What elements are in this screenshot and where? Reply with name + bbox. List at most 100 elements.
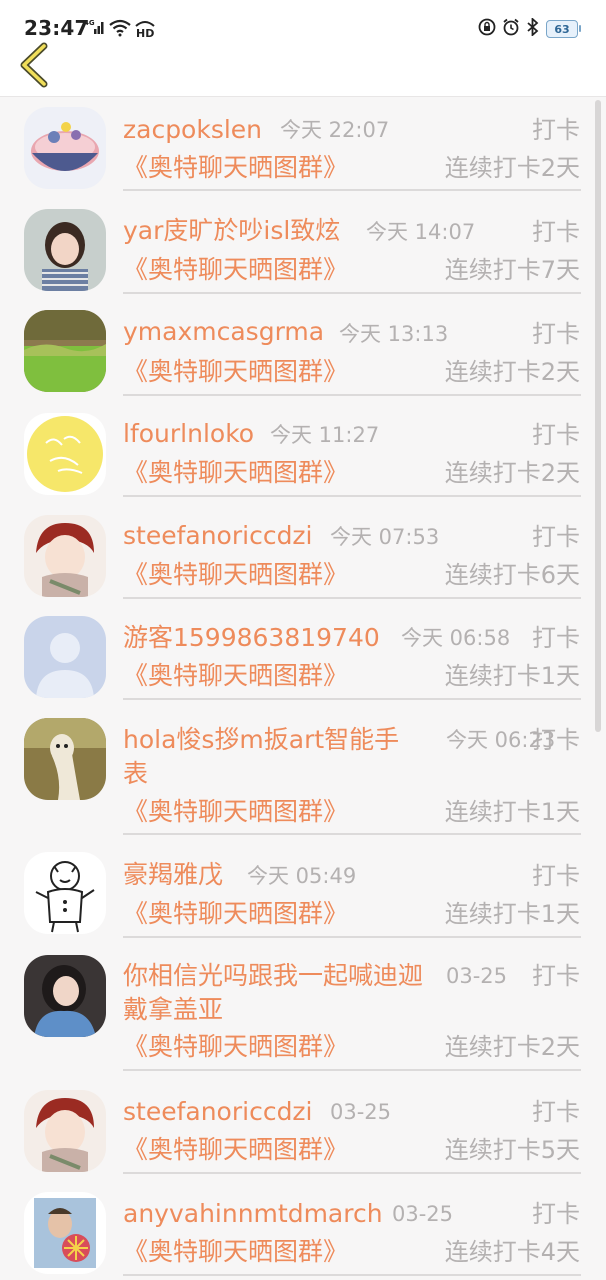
row-divider xyxy=(123,698,581,700)
user-name[interactable]: steefanoriccdzi xyxy=(123,1095,313,1129)
user-name[interactable]: hola悛s拶m扳art智能手表 xyxy=(123,723,423,791)
streak-count: 连续打卡2天 xyxy=(444,1033,580,1061)
list-item[interactable]: 你相信光吗跟我一起喊迪迦戴拿盖亚 03-25 打卡 《奥特聊天晒图群》 连续打卡… xyxy=(0,947,606,1077)
checkin-label: 打卡 xyxy=(532,862,580,890)
user-name[interactable]: 游客1599863819740 xyxy=(123,621,380,655)
user-name[interactable]: yar庋旷於吵isl致炫 xyxy=(123,214,340,248)
lock-rotation-icon xyxy=(478,18,496,40)
streak-count: 连续打卡4天 xyxy=(444,1238,580,1266)
anime-avatar[interactable] xyxy=(24,515,106,597)
man-avatar[interactable] xyxy=(24,1192,106,1274)
checkin-list[interactable]: zacpokslen 今天 22:07 打卡 《奥特聊天晒图群》 连续打卡2天 … xyxy=(0,97,606,1280)
post-time: 03-25 xyxy=(446,964,508,988)
row-divider xyxy=(123,597,581,599)
list-item[interactable]: 豪羯雅戊 今天 05:49 打卡 《奥特聊天晒图群》 连续打卡1天 xyxy=(0,845,606,945)
group-link[interactable]: 《奥特聊天晒图群》 xyxy=(123,457,348,489)
group-link[interactable]: 《奥特聊天晒图群》 xyxy=(123,1031,348,1063)
list-item[interactable]: steefanoriccdzi 03-25 打卡 《奥特聊天晒图群》 连续打卡5… xyxy=(0,1082,606,1182)
tiger-avatar[interactable] xyxy=(24,852,106,934)
streak-count: 连续打卡2天 xyxy=(444,154,580,182)
yellow-avatar[interactable] xyxy=(24,413,106,495)
post-time: 今天 05:49 xyxy=(247,864,357,888)
hd-icon: HD xyxy=(134,18,156,42)
status-right-icons: 63 xyxy=(478,16,581,40)
group-link[interactable]: 《奥特聊天晒图群》 xyxy=(123,356,348,388)
row-divider xyxy=(123,1172,581,1174)
group-link[interactable]: 《奥特聊天晒图群》 xyxy=(123,660,348,692)
user-name[interactable]: 你相信光吗跟我一起喊迪迦戴拿盖亚 xyxy=(123,959,423,1027)
row-divider xyxy=(123,189,581,191)
group-link[interactable]: 《奥特聊天晒图群》 xyxy=(123,1236,348,1268)
streak-count: 连续打卡1天 xyxy=(444,798,580,826)
streak-count: 连续打卡2天 xyxy=(444,459,580,487)
checkin-label: 打卡 xyxy=(532,116,580,144)
checkin-label: 打卡 xyxy=(532,421,580,449)
post-time: 03-25 xyxy=(330,1100,392,1124)
post-time: 今天 14:07 xyxy=(366,220,476,244)
list-item[interactable]: 游客1599863819740 今天 06:58 打卡 《奥特聊天晒图群》 连续… xyxy=(0,609,606,709)
nav-bar xyxy=(0,42,606,97)
default-avatar[interactable] xyxy=(24,616,106,698)
streak-count: 连续打卡1天 xyxy=(444,662,580,690)
streak-count: 连续打卡5天 xyxy=(444,1136,580,1164)
checkin-label: 打卡 xyxy=(532,962,580,990)
streak-count: 连续打卡2天 xyxy=(444,358,580,386)
girl-avatar[interactable] xyxy=(24,209,106,291)
scrollbar[interactable] xyxy=(595,100,601,732)
row-divider xyxy=(123,1274,581,1276)
group-link[interactable]: 《奥特聊天晒图群》 xyxy=(123,152,348,184)
svg-text:HD: HD xyxy=(136,27,154,38)
post-time: 今天 11:27 xyxy=(270,423,380,447)
streak-count: 连续打卡7天 xyxy=(444,256,580,284)
checkin-label: 打卡 xyxy=(532,624,580,652)
list-item[interactable]: yar庋旷於吵isl致炫 今天 14:07 打卡 《奥特聊天晒图群》 连续打卡7… xyxy=(0,199,606,299)
streak-count: 连续打卡1天 xyxy=(444,900,580,928)
group-link[interactable]: 《奥特聊天晒图群》 xyxy=(123,1134,348,1166)
battery-icon: 63 xyxy=(546,20,581,38)
group-link[interactable]: 《奥特聊天晒图群》 xyxy=(123,898,348,930)
list-item[interactable]: lfourlnloko 今天 11:27 打卡 《奥特聊天晒图群》 连续打卡2天 xyxy=(0,404,606,504)
alpaca-avatar[interactable] xyxy=(24,718,106,800)
user-name[interactable]: anyvahinnmtdmarch xyxy=(123,1197,383,1231)
user-name[interactable]: steefanoriccdzi xyxy=(123,519,313,553)
bluetooth-icon xyxy=(526,16,540,40)
group-link[interactable]: 《奥特聊天晒图群》 xyxy=(123,254,348,286)
checkin-label: 打卡 xyxy=(532,1200,580,1228)
row-divider xyxy=(123,833,581,835)
group-link[interactable]: 《奥特聊天晒图群》 xyxy=(123,559,348,591)
list-item[interactable]: hola悛s拶m扳art智能手表 今天 06:23 打卡 《奥特聊天晒图群》 连… xyxy=(0,711,606,841)
user-name[interactable]: zacpokslen xyxy=(123,113,262,147)
group-link[interactable]: 《奥特聊天晒图群》 xyxy=(123,796,348,828)
list-item[interactable]: anyvahinnmtdmarch 03-25 打卡 《奥特聊天晒图群》 连续打… xyxy=(0,1184,606,1280)
row-divider xyxy=(123,394,581,396)
grass-avatar[interactable] xyxy=(24,310,106,392)
row-divider xyxy=(123,1069,581,1071)
back-button[interactable] xyxy=(12,42,56,96)
checkin-label: 打卡 xyxy=(532,726,580,754)
list-item[interactable]: steefanoriccdzi 今天 07:53 打卡 《奥特聊天晒图群》 连续… xyxy=(0,506,606,606)
status-time: 23:47 xyxy=(24,16,89,40)
bowl-avatar[interactable] xyxy=(24,107,106,189)
row-divider xyxy=(123,292,581,294)
streak-count: 连续打卡6天 xyxy=(444,561,580,589)
alarm-icon xyxy=(502,18,520,40)
wifi-icon xyxy=(108,19,132,41)
row-divider xyxy=(123,936,581,938)
back-arrow-icon xyxy=(16,42,56,92)
woman-avatar[interactable] xyxy=(24,955,106,1037)
user-name[interactable]: lfourlnloko xyxy=(123,417,254,451)
checkin-label: 打卡 xyxy=(532,320,580,348)
status-bar: 23:47 4G HD 63 xyxy=(0,0,606,44)
post-time: 今天 22:07 xyxy=(280,118,390,142)
post-time: 今天 07:53 xyxy=(330,525,440,549)
anime-avatar[interactable] xyxy=(24,1090,106,1172)
post-time: 今天 06:58 xyxy=(401,626,511,650)
post-time: 03-25 xyxy=(392,1202,454,1226)
user-name[interactable]: 豪羯雅戊 xyxy=(123,858,223,892)
row-divider xyxy=(123,495,581,497)
user-name[interactable]: ymaxmcasgrma xyxy=(123,315,324,349)
list-item[interactable]: ymaxmcasgrma 今天 13:13 打卡 《奥特聊天晒图群》 连续打卡2… xyxy=(0,301,606,401)
post-time: 今天 13:13 xyxy=(339,322,449,346)
list-item[interactable]: zacpokslen 今天 22:07 打卡 《奥特聊天晒图群》 连续打卡2天 xyxy=(0,97,606,192)
checkin-label: 打卡 xyxy=(532,1098,580,1126)
